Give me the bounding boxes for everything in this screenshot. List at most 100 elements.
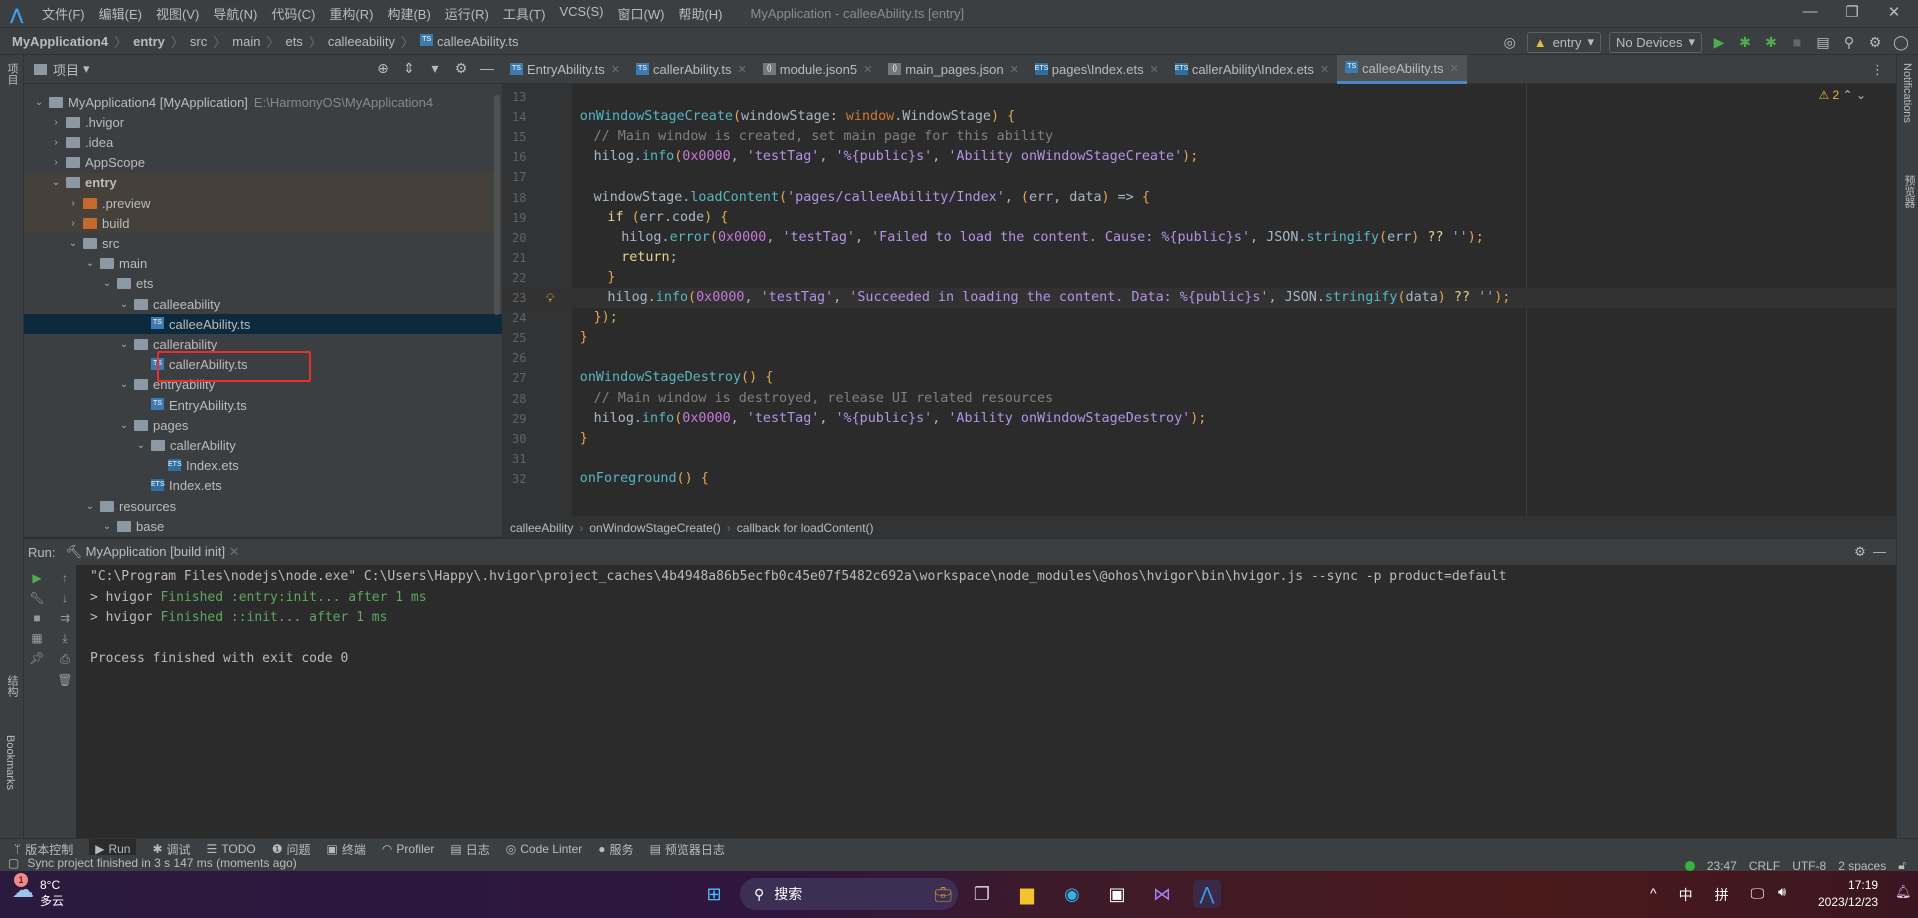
file-explorer-icon[interactable]: ▆ [1013,880,1041,908]
menu-item[interactable]: 工具(T) [503,4,546,23]
pin-icon[interactable]: 📌︎ [28,651,46,665]
taskbar-search[interactable]: ⚲ 搜索 💼︎ [740,878,958,910]
menu-item[interactable]: 窗口(W) [618,4,665,23]
chevron-up-icon[interactable]: ^ [1650,885,1657,905]
menu-item[interactable]: 代码(C) [271,4,315,23]
project-tool-button[interactable]: 项目 [4,63,20,85]
editor-tab[interactable]: {} main_pages.json ✕ [880,55,1027,84]
menu-item[interactable]: 导航(N) [213,4,257,23]
trash-icon[interactable]: 🗑︎ [56,673,74,687]
run-console[interactable]: "C:\Program Files\nodejs\node.exe" C:\Us… [76,565,1896,838]
tree-item[interactable]: ⌄ main [24,254,502,274]
close-tab-icon[interactable]: ✕ [738,63,747,76]
collapse-all-icon[interactable]: ⇕ [400,60,418,77]
tree-item[interactable]: ⌄ entry [24,172,502,193]
run-panel-options[interactable]: ⚙ — [1854,544,1886,560]
close-tab-icon[interactable]: ✕ [1010,63,1019,76]
tree-item[interactable]: ETS Index.ets [24,476,502,496]
editor-breadcrumb-item[interactable]: calleeAbility [510,521,573,535]
breadcrumb-item[interactable]: calleeability [328,34,395,49]
menu-item[interactable]: 文件(F) [42,4,85,23]
notifications-tool-button[interactable]: Notifications [1901,63,1913,123]
attach-debugger-icon[interactable]: ✱ [1762,34,1780,51]
chevron-right-icon[interactable]: › [49,157,63,168]
ime-language[interactable]: 中 [1679,885,1693,905]
task-view-icon[interactable]: ❐ [968,880,996,908]
tree-item[interactable]: ⌄ MyApplication4 [MyApplication] E:\Harmon… [24,92,502,112]
chevron-right-icon[interactable]: › [49,137,63,148]
status-message[interactable]: Sync project finished in 3 s 147 ms (mom… [27,856,296,870]
layout-icon[interactable]: ▦ [28,631,46,645]
intention-bulb-icon[interactable]: 💡︎ [546,288,554,308]
notification-bell-icon[interactable]: 🔔︎ [1895,884,1912,900]
tree-item[interactable]: › AppScope [24,153,502,173]
chevron-down-icon[interactable]: ⌄ [100,521,114,532]
stop-icon[interactable]: ■ [28,611,46,625]
gear-icon[interactable]: ⚙ [452,60,470,77]
tool-window-code-linter[interactable]: ◎ Code Linter [506,842,583,856]
hide-icon[interactable]: — [478,60,496,77]
editor-breadcrumb-item[interactable]: onWindowStageCreate() [589,521,720,535]
soft-wrap-icon[interactable]: ⇉ [56,611,74,625]
locate-icon[interactable]: ◎ [1501,34,1519,51]
editor-tab[interactable]: TS calleeAbility.ts ✕ [1337,55,1467,84]
tree-item[interactable]: › build [24,213,502,234]
module-selector[interactable]: ▲ entry ▾ [1526,31,1601,53]
editor-tab[interactable]: {} module.json5 ✕ [755,55,881,84]
chevron-down-icon[interactable]: ⌄ [32,97,46,108]
menu-item[interactable]: 视图(V) [156,4,199,23]
options-chevron-icon[interactable]: ▾ [426,60,444,77]
network-icon[interactable]: 🖵︎ [1751,885,1765,905]
clock[interactable]: 17:19 2023/12/23 [1818,877,1878,911]
menu-item[interactable]: 编辑(E) [99,4,142,23]
menu-item[interactable]: 帮助(H) [678,4,722,23]
breadcrumb-item[interactable]: ets [285,34,302,49]
menu-item[interactable]: 重构(R) [329,4,373,23]
close-tab-icon[interactable]: ✕ [1150,63,1159,76]
stop-icon[interactable]: ■ [1788,34,1806,50]
deveco-studio-taskbar-icon[interactable]: ⋀ [1193,880,1221,908]
tree-item[interactable]: ⌄ calleeability [24,294,502,314]
tree-item[interactable]: › .hvigor [24,112,502,132]
wrench-icon[interactable]: 🔧︎ [28,591,46,605]
scroll-down-icon[interactable]: ↓ [56,591,74,605]
chevron-down-icon[interactable]: ⌄ [83,501,97,512]
chevron-down-icon[interactable]: ⌄ [117,339,131,350]
settings-gear-icon[interactable]: ⚙ [1866,34,1884,51]
close-button[interactable]: ✕ [1874,3,1914,21]
restore-button[interactable]: ❐ [1832,3,1872,21]
scroll-to-end-icon[interactable]: ⤓ [56,631,74,646]
chevron-right-icon[interactable]: › [49,117,63,128]
chevron-down-icon[interactable]: ▾ [83,61,90,77]
chevron-right-icon[interactable]: › [66,198,80,209]
tool-window-todo-list[interactable]: ☰ TODO [207,842,256,856]
device-selector[interactable]: No Devices ▾ [1609,31,1702,53]
menu-item[interactable]: VCS(S) [559,4,603,23]
run-icon[interactable]: ▶ [1710,34,1728,51]
weather-widget[interactable]: ☁ 1 8°C 多云 [12,873,64,909]
chevron-down-icon[interactable]: ⌄ [117,299,131,310]
editor-tab[interactable]: ETS pages\Index.ets ✕ [1027,55,1167,84]
warnings-indicator[interactable]: ⚠ 2 ⌃ ⌄ [1818,88,1866,102]
code-editor[interactable]: 13 14 onWindowStageCreate(windowStage: win… [502,84,1896,516]
chevron-down-icon[interactable]: ⌄ [49,177,63,188]
editor-tab[interactable]: ETS callerAbility\Index.ets ✕ [1167,55,1337,84]
menu-item[interactable]: 构建(B) [387,4,430,23]
tree-item[interactable]: ⌄ callerAbility [24,435,502,455]
tree-item[interactable]: ETS Index.ets [24,456,502,476]
gear-icon[interactable]: ⚙ [1854,544,1866,559]
project-structure-icon[interactable]: ▤ [1814,34,1832,51]
close-tab-icon[interactable]: ✕ [1320,63,1329,76]
more-tabs-icon[interactable]: ⋮ [1871,55,1884,83]
visual-studio-icon[interactable]: ⋈ [1148,880,1176,908]
breadcrumb-item[interactable]: src [190,34,207,49]
status-toggle-icon[interactable]: ▢ [8,856,19,870]
search-icon[interactable]: ⚲ [1840,34,1858,51]
close-tab-icon[interactable]: ✕ [229,544,240,559]
tree-item[interactable]: ⌄ ets [24,274,502,294]
ime-mode[interactable]: 拼 [1715,885,1729,905]
tree-item[interactable]: ⌄ base [24,516,502,536]
store-icon[interactable]: ▣ [1103,880,1131,908]
chevron-down-icon[interactable]: ⌄ [117,420,131,431]
print-icon[interactable]: ⎙ [56,652,74,667]
